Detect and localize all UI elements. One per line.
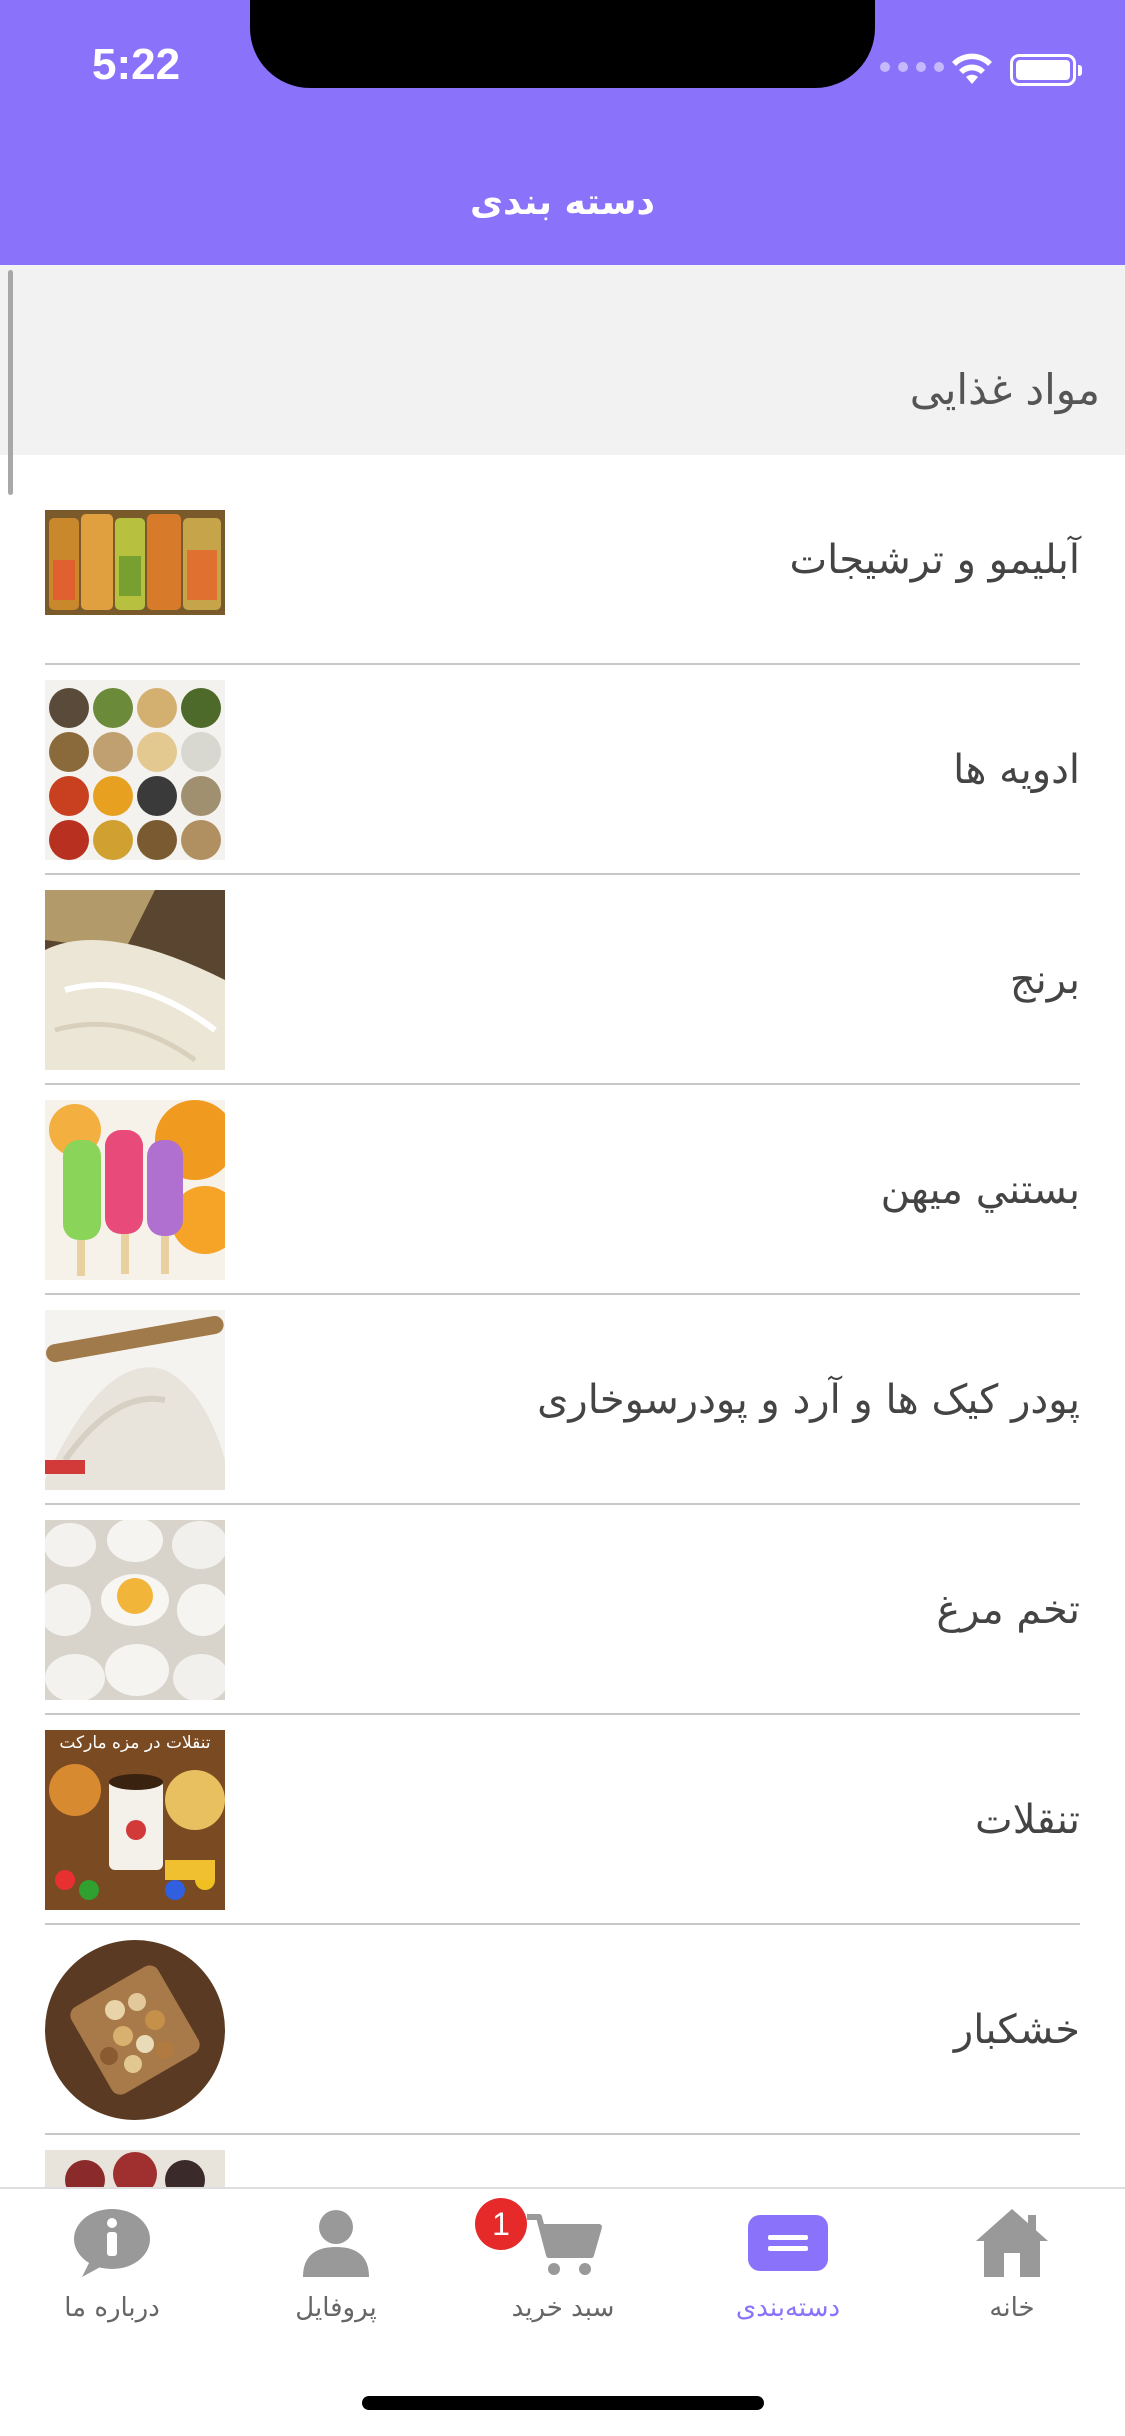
category-row-snacks[interactable]: تنقلات تنقلات در مزه مارکت	[0, 1715, 1125, 1925]
category-row-rice[interactable]: برنج	[0, 875, 1125, 1085]
category-label: تنقلات	[975, 1797, 1080, 1843]
tab-home[interactable]: خانه	[922, 2203, 1102, 2343]
category-row-spices[interactable]: ادویه ها	[0, 665, 1125, 875]
tab-categories[interactable]: دسته‌بندی	[698, 2203, 878, 2343]
section-header: مواد غذایی	[0, 265, 1125, 455]
image-caption: تنقلات در مزه مارکت	[59, 1733, 211, 1753]
spices-image	[45, 680, 225, 860]
tab-label: پروفایل	[295, 2293, 377, 2323]
category-row-icecream[interactable]: بستني ميهن	[0, 1085, 1125, 1295]
cellular-signal-icon	[880, 62, 944, 72]
category-label: تخم مرغ	[936, 1587, 1080, 1633]
category-row-nuts[interactable]: خشکبار	[0, 1925, 1125, 2135]
category-label: ادویه ها	[953, 747, 1080, 793]
device-notch	[250, 0, 875, 88]
category-label: پودر کیک ها و آرد و پودرسوخاری	[537, 1377, 1080, 1423]
home-indicator[interactable]	[362, 2396, 764, 2410]
nuts-image	[45, 1940, 225, 2120]
category-label: آبلیمو و ترشیجات	[789, 537, 1080, 583]
scroll-indicator[interactable]	[8, 270, 13, 495]
info-icon	[72, 2203, 152, 2283]
category-label: بستني ميهن	[880, 1167, 1080, 1213]
tab-profile[interactable]: پروفایل	[246, 2203, 426, 2343]
user-icon	[301, 2203, 371, 2283]
category-list[interactable]: آبلیمو و ترشیجات ادویه ها برنج بستني ميه…	[0, 455, 1125, 2345]
tab-label: دسته‌بندی	[735, 2293, 841, 2323]
ice-cream-image	[45, 1100, 225, 1280]
eggs-image	[45, 1520, 225, 1700]
tab-label: سبد خرید	[511, 2293, 615, 2323]
snacks-image: تنقلات در مزه مارکت	[45, 1730, 225, 1910]
category-label: خشکبار	[953, 2007, 1080, 2053]
flour-image	[45, 1310, 225, 1490]
cart-icon	[523, 2203, 603, 2283]
category-row-flour[interactable]: پودر کیک ها و آرد و پودرسوخاری	[0, 1295, 1125, 1505]
tab-label: خانه	[989, 2293, 1035, 2323]
rice-sack-image	[45, 890, 225, 1070]
navigation-bar: دسته بندی	[0, 140, 1125, 265]
tab-about[interactable]: درباره ما	[22, 2203, 202, 2343]
category-row-pickles[interactable]: آبلیمو و ترشیجات	[0, 455, 1125, 665]
category-label: برنج	[1009, 957, 1080, 1003]
section-title: مواد غذایی	[909, 365, 1100, 414]
page-title: دسته بندی	[470, 182, 655, 223]
wifi-icon	[948, 48, 996, 92]
tab-label: درباره ما	[64, 2293, 160, 2323]
battery-icon	[1010, 54, 1082, 86]
cart-badge: 1	[475, 2198, 527, 2250]
category-icon	[748, 2203, 828, 2283]
pickle-jars-image	[45, 470, 225, 650]
status-time: 5:22	[92, 40, 181, 89]
status-bar: 5:22	[0, 0, 1125, 140]
category-row-eggs[interactable]: تخم مرغ	[0, 1505, 1125, 1715]
home-icon	[974, 2203, 1050, 2283]
